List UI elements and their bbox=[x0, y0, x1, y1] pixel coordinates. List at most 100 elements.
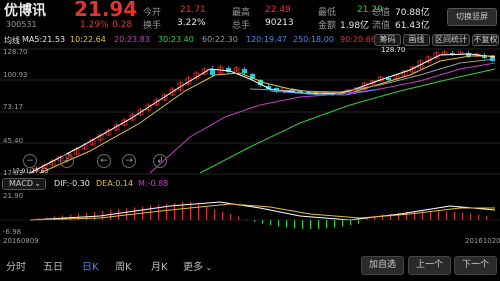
end-date: 20161020 bbox=[465, 237, 500, 245]
macd-bar bbox=[302, 220, 304, 229]
high-label: 最高 bbox=[232, 8, 251, 18]
ma30-line bbox=[199, 68, 496, 174]
plus-icon: + bbox=[63, 156, 71, 166]
minus-icon: − bbox=[26, 156, 34, 166]
ma30-value: 30:23.40 bbox=[158, 35, 194, 44]
macd-bar bbox=[262, 220, 264, 224]
turnover-value: 3.22% bbox=[177, 18, 206, 28]
turnover-label: 换手 bbox=[143, 21, 162, 31]
macd-bar bbox=[150, 205, 152, 220]
ma90-value: 90:20.66 bbox=[340, 35, 376, 44]
kline-chart[interactable] bbox=[0, 47, 500, 175]
macd-bar bbox=[270, 220, 272, 226]
macd-bar bbox=[158, 204, 160, 220]
ma120-value: 120:19.47 bbox=[246, 35, 287, 44]
tab-monthly-k[interactable]: 月K bbox=[151, 258, 168, 273]
macd-bar bbox=[294, 220, 296, 229]
ma10-value: 10:22.64 bbox=[70, 35, 106, 44]
return-icon: ↲ bbox=[156, 156, 164, 166]
tab-more[interactable]: 更多 ⌄ bbox=[183, 258, 212, 273]
macd-bar bbox=[358, 220, 360, 224]
candle-body bbox=[386, 78, 391, 80]
indicator-name: MACD bbox=[9, 179, 33, 188]
high-marker: 128.70 bbox=[381, 46, 406, 54]
arrow-right-icon: → bbox=[125, 156, 133, 166]
float-value-label: 流值 bbox=[372, 21, 391, 31]
ma20-value: 20:23.83 bbox=[114, 35, 150, 44]
price-axis-label: 100.93 bbox=[3, 71, 28, 79]
stock-code: 300531 bbox=[6, 20, 37, 29]
tab-intraday[interactable]: 分时 bbox=[6, 258, 26, 273]
macd-bar bbox=[326, 220, 328, 229]
price-axis-label: 128.70 bbox=[3, 48, 28, 56]
zoom-in-button[interactable]: + bbox=[60, 154, 74, 168]
macd-dea: DEA:0.14 bbox=[96, 179, 134, 188]
chevron-down-icon: ⌄ bbox=[203, 263, 213, 272]
total-value: 70.88亿 bbox=[395, 8, 430, 18]
stock-price: 21.94 bbox=[74, 0, 138, 21]
macd-bar bbox=[214, 209, 216, 220]
macd-bar bbox=[478, 214, 480, 220]
total-value-label: 总值 bbox=[372, 8, 391, 18]
macd-m: M:-0.88 bbox=[138, 179, 169, 188]
stock-name: 优博讯 bbox=[4, 3, 46, 19]
indicator-select[interactable]: MACD ⌄ bbox=[2, 178, 46, 190]
macd-bar bbox=[286, 220, 288, 228]
tab-more-label: 更多 bbox=[183, 262, 203, 273]
scroll-left-button[interactable]: ← bbox=[97, 154, 111, 168]
macd-bar bbox=[238, 216, 240, 220]
next-stock-button[interactable]: 下一个 bbox=[454, 256, 497, 275]
macd-bar bbox=[230, 214, 232, 220]
amount-value: 1.98亿 bbox=[340, 21, 370, 31]
change-percent: 1.29% bbox=[80, 20, 109, 30]
macd-bar bbox=[254, 220, 256, 222]
macd-bar bbox=[446, 211, 448, 220]
interval-stats-button[interactable]: 区间统计 bbox=[432, 34, 470, 46]
amount-label: 金额 bbox=[318, 21, 337, 31]
low-marker: 17.91/17.63 bbox=[12, 168, 49, 175]
add-watchlist-button[interactable]: 加自选 bbox=[361, 256, 404, 275]
macd-chart[interactable] bbox=[0, 190, 500, 236]
macd-bar bbox=[382, 214, 384, 220]
zoom-out-button[interactable]: − bbox=[23, 154, 37, 168]
high-value: 22.49 bbox=[265, 5, 291, 15]
macd-bar bbox=[310, 220, 312, 229]
chevron-down-icon: ⌄ bbox=[34, 179, 41, 188]
chip-button[interactable]: 筹码 bbox=[374, 34, 401, 46]
draw-line-button[interactable]: 画线 bbox=[403, 34, 430, 46]
dea-line bbox=[29, 203, 495, 221]
macd-axis-top: 21.90 bbox=[3, 192, 24, 200]
tab-five-day[interactable]: 五日 bbox=[43, 258, 63, 273]
reset-button[interactable]: ↲ bbox=[153, 154, 167, 168]
switch-portrait-button[interactable]: 切换竖屏 bbox=[447, 8, 497, 26]
adjust-button[interactable]: 不复权 bbox=[472, 34, 499, 46]
price-axis-label: 73.17 bbox=[3, 103, 24, 111]
macd-bar bbox=[206, 206, 208, 220]
ma5-value: MA5:21.53 bbox=[22, 35, 66, 44]
scroll-right-button[interactable]: → bbox=[122, 154, 136, 168]
macd-bar bbox=[430, 211, 432, 220]
macd-bar bbox=[414, 211, 416, 220]
macd-axis-bottom: -6.98 bbox=[3, 228, 22, 236]
macd-bar bbox=[486, 215, 488, 220]
macd-bar bbox=[350, 220, 352, 226]
macd-bar bbox=[126, 208, 128, 220]
tab-weekly-k[interactable]: 周K bbox=[115, 258, 132, 273]
macd-bar bbox=[470, 213, 472, 220]
volume-label: 总手 bbox=[232, 21, 251, 31]
macd-bar bbox=[454, 212, 456, 220]
ma60-value: 60:22.30 bbox=[202, 35, 238, 44]
macd-bar bbox=[438, 211, 440, 220]
ma250-value: 250:18.00 bbox=[293, 35, 334, 44]
macd-dif: DIF:-0.30 bbox=[54, 179, 90, 188]
candle-body bbox=[242, 69, 247, 73]
tab-daily-k[interactable]: 日K bbox=[82, 258, 99, 273]
start-date: 20160809 bbox=[3, 237, 39, 245]
macd-bar bbox=[342, 220, 344, 227]
macd-bar bbox=[334, 220, 336, 228]
change-amount: 0.28 bbox=[112, 20, 133, 30]
macd-bar bbox=[118, 209, 120, 220]
previous-stock-button[interactable]: 上一个 bbox=[408, 256, 451, 275]
low-label: 最低 bbox=[318, 8, 337, 18]
open-value: 21.71 bbox=[180, 5, 206, 15]
